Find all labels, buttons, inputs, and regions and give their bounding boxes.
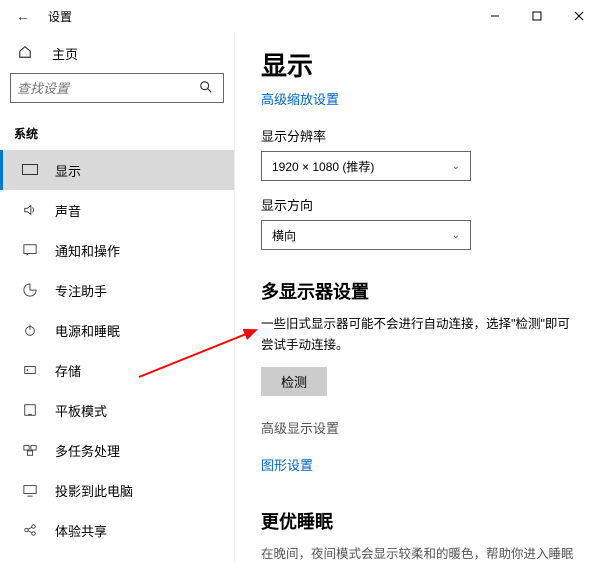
sleep-heading: 更优睡眠: [261, 508, 580, 534]
resolution-value: 1920 × 1080 (推荐): [272, 158, 374, 175]
display-icon: [21, 164, 39, 176]
home-icon: [18, 45, 36, 62]
resolution-select[interactable]: 1920 × 1080 (推荐) ⌄: [261, 151, 471, 181]
sidebar-item-shared[interactable]: 体验共享: [0, 510, 234, 550]
sidebar-item-storage[interactable]: 存储: [0, 350, 234, 390]
sidebar-item-label: 平板模式: [55, 401, 107, 420]
link-advanced-display[interactable]: 高级显示设置: [261, 418, 339, 437]
sidebar-item-display[interactable]: 显示: [0, 150, 234, 190]
search-box[interactable]: [10, 73, 224, 103]
content-pane: 显示 高级缩放设置 显示分辨率 1920 × 1080 (推荐) ⌄ 显示方向 …: [235, 32, 600, 562]
sidebar-item-sound[interactable]: 声音: [0, 190, 234, 230]
sidebar-item-label: 投影到此电脑: [55, 481, 133, 500]
tablet-icon: [21, 403, 39, 417]
back-button[interactable]: ←: [8, 1, 38, 31]
link-advanced-scaling[interactable]: 高级缩放设置: [261, 89, 339, 108]
link-graphics[interactable]: 图形设置: [261, 455, 313, 474]
sidebar-category: 系统: [0, 115, 234, 150]
orientation-value: 横向: [272, 227, 296, 244]
sidebar-item-label: 专注助手: [55, 281, 107, 300]
chevron-down-icon: ⌄: [452, 230, 460, 241]
sleep-text: 在晚间，夜间模式会显示较柔和的暖色，帮助你进入睡眠状态。选择"夜间模式设置"进行…: [261, 544, 580, 562]
sidebar-item-tablet[interactable]: 平板模式: [0, 390, 234, 430]
sidebar-item-label: 存储: [55, 361, 81, 380]
notifications-icon: [21, 243, 39, 257]
sidebar-item-focus[interactable]: 专注助手: [0, 270, 234, 310]
power-icon: [21, 323, 39, 337]
sidebar-nav: 显示 声音 通知和操作 专注助手 电源和: [0, 150, 234, 562]
resolution-label: 显示分辨率: [261, 126, 580, 145]
search-icon: [195, 80, 217, 97]
sidebar: 主页 系统 显示: [0, 32, 235, 562]
search-input[interactable]: [17, 81, 195, 96]
detect-button[interactable]: 检测: [261, 367, 327, 396]
chevron-down-icon: ⌄: [452, 161, 460, 172]
sound-icon: [21, 203, 39, 217]
multi-display-heading: 多显示器设置: [261, 278, 580, 304]
page-title: 显示: [261, 46, 580, 83]
sidebar-item-project[interactable]: 投影到此电脑: [0, 470, 234, 510]
sidebar-item-clipboard[interactable]: 剪贴板: [0, 550, 234, 562]
focus-icon: [21, 283, 39, 297]
sidebar-home[interactable]: 主页: [0, 38, 234, 73]
close-button[interactable]: [558, 2, 600, 30]
storage-icon: [21, 363, 39, 377]
sidebar-item-label: 体验共享: [55, 521, 107, 540]
sidebar-item-multitask[interactable]: 多任务处理: [0, 430, 234, 470]
multi-display-text: 一些旧式显示器可能不会进行自动连接，选择"检测"即可尝试手动连接。: [261, 314, 580, 357]
sidebar-item-label: 多任务处理: [55, 441, 120, 460]
orientation-label: 显示方向: [261, 195, 580, 214]
sidebar-item-label: 声音: [55, 201, 81, 220]
sidebar-item-notifications[interactable]: 通知和操作: [0, 230, 234, 270]
sidebar-item-label: 通知和操作: [55, 241, 120, 260]
sidebar-item-label: 显示: [55, 161, 81, 180]
multitask-icon: [21, 443, 39, 457]
sidebar-item-label: 电源和睡眠: [55, 321, 120, 340]
maximize-button[interactable]: [516, 2, 558, 30]
minimize-button[interactable]: [474, 2, 516, 30]
window-title: 设置: [48, 8, 72, 25]
titlebar: ← 设置: [0, 0, 600, 32]
sidebar-home-label: 主页: [52, 44, 78, 63]
shared-icon: [21, 523, 39, 537]
sidebar-item-power[interactable]: 电源和睡眠: [0, 310, 234, 350]
project-icon: [21, 483, 39, 497]
orientation-select[interactable]: 横向 ⌄: [261, 220, 471, 250]
